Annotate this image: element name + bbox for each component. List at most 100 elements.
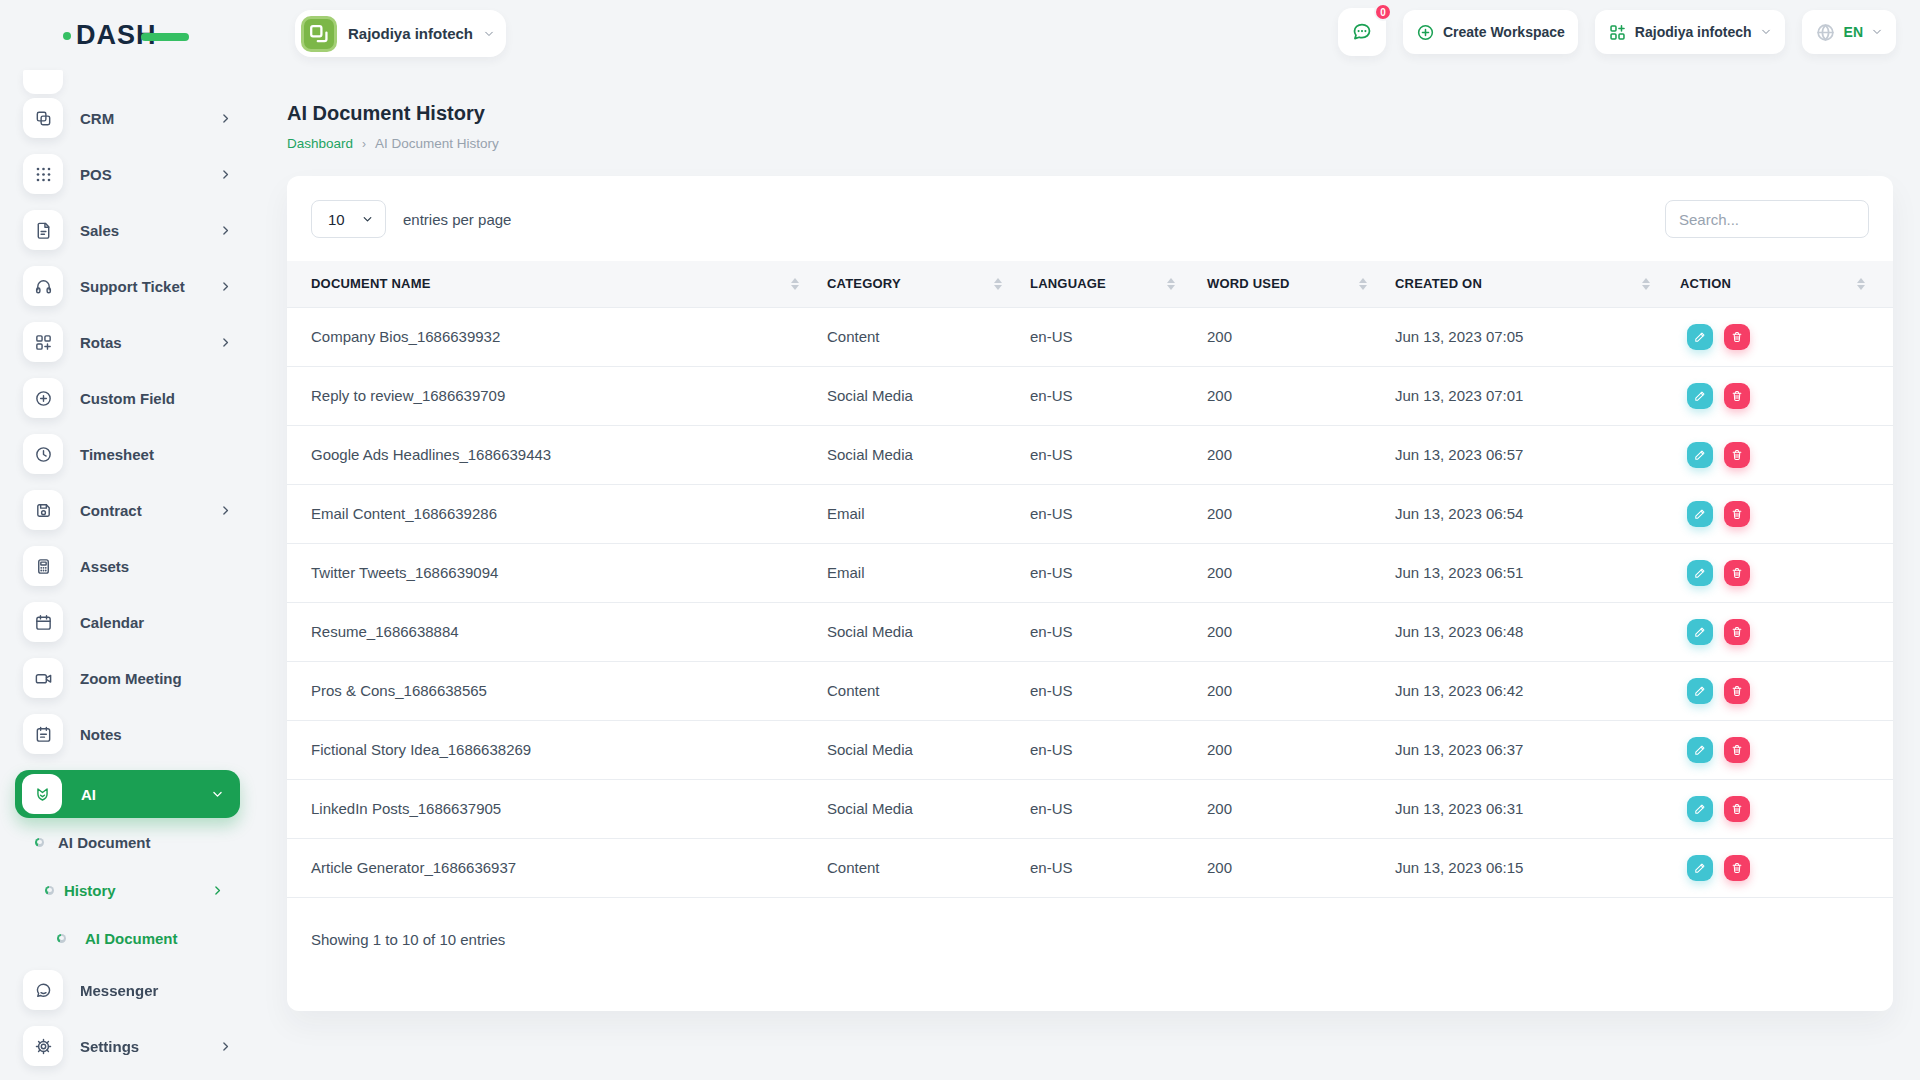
column-header-action[interactable]: ACTION	[1678, 261, 1893, 307]
table-footer-info: Showing 1 to 10 of 10 entries	[287, 898, 1893, 981]
sidebar-item-zoom-meeting[interactable]: Zoom Meeting	[0, 650, 258, 706]
workspace-switcher[interactable]: Rajodiya infotech	[295, 10, 506, 57]
sidebar-item-notes[interactable]: Notes	[0, 706, 258, 762]
language-dropdown[interactable]: EN	[1802, 10, 1896, 54]
action-cell	[1678, 366, 1893, 425]
sidebar-item-ai[interactable]: AI	[15, 770, 240, 818]
table-header: DOCUMENT NAMECATEGORYLANGUAGEWORD USEDCR…	[287, 261, 1893, 307]
sort-icon[interactable]	[1642, 278, 1650, 290]
delete-button[interactable]	[1724, 619, 1750, 645]
word-used-cell: 200	[1203, 543, 1395, 602]
company-name: Rajodiya infotech	[1635, 24, 1752, 40]
crm-icon	[23, 98, 63, 138]
delete-button[interactable]	[1724, 442, 1750, 468]
sidebar-item-messenger[interactable]: Messenger	[0, 962, 258, 1018]
created-on-cell: Jun 13, 2023 06:51	[1395, 543, 1678, 602]
category-cell: Social Media	[827, 602, 1030, 661]
sidebar-item-support-ticket[interactable]: Support Ticket	[0, 258, 258, 314]
delete-button[interactable]	[1724, 560, 1750, 586]
word-used-cell: 200	[1203, 779, 1395, 838]
sidebar-item-sales[interactable]: Sales	[0, 202, 258, 258]
created-on-cell: Jun 13, 2023 07:01	[1395, 366, 1678, 425]
edit-button[interactable]	[1687, 560, 1713, 586]
edit-button[interactable]	[1687, 855, 1713, 881]
edit-button[interactable]	[1687, 442, 1713, 468]
category-cell: Social Media	[827, 779, 1030, 838]
sort-icon[interactable]	[1359, 278, 1367, 290]
word-used-cell: 200	[1203, 602, 1395, 661]
created-on-cell: Jun 13, 2023 06:57	[1395, 425, 1678, 484]
table-row: Google Ads Headlines_1686639443Social Me…	[287, 425, 1893, 484]
language-cell: en-US	[1030, 307, 1203, 366]
sidebar-item-calendar[interactable]: Calendar	[0, 594, 258, 650]
delete-button[interactable]	[1724, 796, 1750, 822]
table-row: Pros & Cons_1686638565Contenten-US200Jun…	[287, 661, 1893, 720]
edit-button[interactable]	[1687, 678, 1713, 704]
sidebar-subitem-ai-document[interactable]: AI Document	[0, 914, 258, 962]
edit-button[interactable]	[1687, 383, 1713, 409]
ai-icon	[22, 774, 62, 814]
column-header-word-used[interactable]: WORD USED	[1203, 261, 1395, 307]
chevron-down-icon	[1760, 26, 1772, 38]
sidebar-item-crm[interactable]: CRM	[0, 90, 258, 146]
entries-per-page-label: entries per page	[403, 211, 511, 228]
app-logo[interactable]: DASH	[0, 0, 258, 60]
word-used-cell: 200	[1203, 307, 1395, 366]
column-header-category[interactable]: CATEGORY	[827, 261, 1030, 307]
topbar: Rajodiya infotech 0 Create Workspace Raj…	[258, 0, 1920, 66]
table-row: Company Bios_1686639932Contenten-US200Ju…	[287, 307, 1893, 366]
delete-button[interactable]	[1724, 324, 1750, 350]
company-dropdown[interactable]: Rajodiya infotech	[1595, 10, 1785, 54]
create-workspace-button[interactable]: Create Workspace	[1403, 10, 1578, 54]
breadcrumb-dashboard-link[interactable]: Dashboard	[287, 136, 353, 151]
sidebar-item-settings[interactable]: Settings	[0, 1018, 258, 1074]
bullet-icon	[45, 886, 54, 895]
created-on-cell: Jun 13, 2023 07:05	[1395, 307, 1678, 366]
table-row: Resume_1686638884Social Mediaen-US200Jun…	[287, 602, 1893, 661]
delete-button[interactable]	[1724, 678, 1750, 704]
search-input[interactable]	[1665, 200, 1869, 238]
chevron-right-icon	[219, 280, 232, 293]
language-cell: en-US	[1030, 779, 1203, 838]
category-cell: Social Media	[827, 366, 1030, 425]
document-name-cell: Email Content_1686639286	[287, 484, 827, 543]
sort-icon[interactable]	[1167, 278, 1175, 290]
edit-button[interactable]	[1687, 501, 1713, 527]
breadcrumb-separator: ›	[362, 137, 366, 151]
page-size-select[interactable]: 10	[311, 200, 386, 238]
edit-button[interactable]	[1687, 619, 1713, 645]
delete-button[interactable]	[1724, 383, 1750, 409]
sort-icon[interactable]	[1857, 278, 1865, 290]
edit-button[interactable]	[1687, 324, 1713, 350]
category-cell: Content	[827, 838, 1030, 897]
sort-icon[interactable]	[791, 278, 799, 290]
column-header-document-name[interactable]: DOCUMENT NAME	[287, 261, 827, 307]
create-workspace-label: Create Workspace	[1443, 24, 1565, 40]
category-cell: Content	[827, 307, 1030, 366]
sidebar-item-timesheet[interactable]: Timesheet	[0, 426, 258, 482]
action-cell	[1678, 720, 1893, 779]
document-name-cell: Article Generator_1686636937	[287, 838, 827, 897]
sidebar-item-rotas[interactable]: Rotas	[0, 314, 258, 370]
messages-button[interactable]: 0	[1338, 8, 1386, 56]
edit-button[interactable]	[1687, 796, 1713, 822]
sidebar-subitem-ai-document[interactable]: AI Document	[0, 818, 258, 866]
sort-icon[interactable]	[994, 278, 1002, 290]
sidebar-item-assets[interactable]: Assets	[0, 538, 258, 594]
sidebar-item-contract[interactable]: Contract	[0, 482, 258, 538]
delete-button[interactable]	[1724, 501, 1750, 527]
document-name-cell: Google Ads Headlines_1686639443	[287, 425, 827, 484]
created-on-cell: Jun 13, 2023 06:48	[1395, 602, 1678, 661]
sidebar-item-custom-field[interactable]: Custom Field	[0, 370, 258, 426]
column-header-created-on[interactable]: CREATED ON	[1395, 261, 1678, 307]
delete-button[interactable]	[1724, 855, 1750, 881]
created-on-cell: Jun 13, 2023 06:15	[1395, 838, 1678, 897]
sidebar-item-pos[interactable]: POS	[0, 146, 258, 202]
sidebar-subitem-history[interactable]: History	[0, 866, 258, 914]
settings-icon	[23, 1026, 63, 1066]
delete-button[interactable]	[1724, 737, 1750, 763]
column-header-language[interactable]: LANGUAGE	[1030, 261, 1203, 307]
category-cell: Email	[827, 484, 1030, 543]
edit-button[interactable]	[1687, 737, 1713, 763]
document-name-cell: Pros & Cons_1686638565	[287, 661, 827, 720]
